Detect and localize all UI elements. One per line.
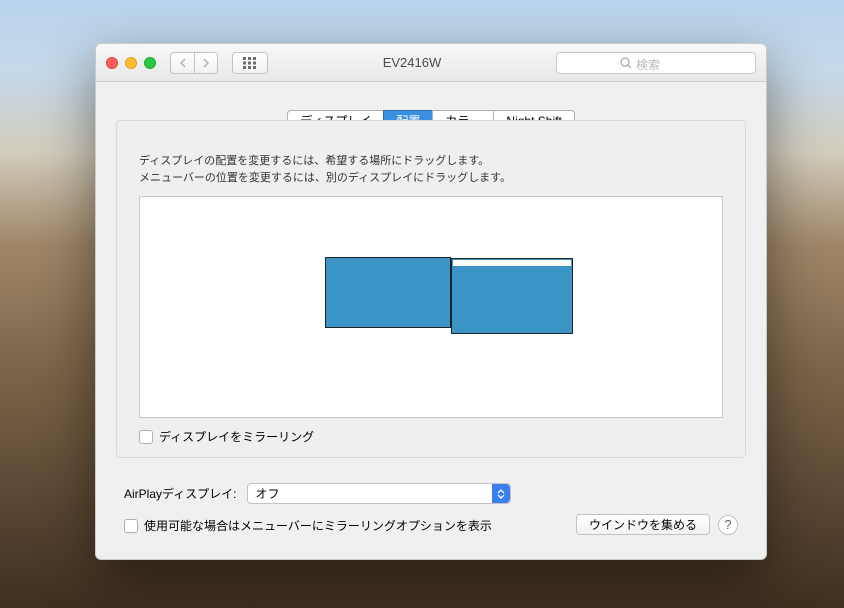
search-input[interactable] <box>556 52 756 74</box>
bottom-area: AirPlayディスプレイ: オフ 使用可能な場合はメニューバーにミラーリングオ… <box>96 483 766 555</box>
mirror-row: ディスプレイをミラーリング <box>139 428 723 445</box>
window-title: EV2416W <box>276 55 548 70</box>
search-wrapper: 検索 <box>556 52 756 74</box>
chevron-left-icon <box>179 58 187 68</box>
right-group: ウインドウを集める ? <box>576 514 738 535</box>
minimize-button[interactable] <box>125 57 137 69</box>
instruction-line-2: メニューバーの位置を変更するには、別のディスプレイにドラッグします。 <box>139 170 723 187</box>
preferences-window: EV2416W 検索 ディスプレイ 配置 カラー Night Shift ディス… <box>95 43 767 560</box>
show-mirroring-row: 使用可能な場合はメニューバーにミラーリングオプションを表示 <box>124 517 492 534</box>
titlebar: EV2416W 検索 <box>96 44 766 82</box>
nav-buttons <box>170 52 218 74</box>
select-stepper-icon <box>492 484 510 503</box>
gather-windows-button[interactable]: ウインドウを集める <box>576 514 710 535</box>
zoom-button[interactable] <box>144 57 156 69</box>
display-secondary[interactable] <box>451 258 573 334</box>
search-icon <box>620 57 632 72</box>
airplay-select[interactable]: オフ <box>247 483 511 504</box>
close-button[interactable] <box>106 57 118 69</box>
content-area: ディスプレイ 配置 カラー Night Shift ディスプレイの配置を変更する… <box>96 82 766 559</box>
arrangement-panel: ディスプレイの配置を変更するには、希望する場所にドラッグします。 メニューバーの… <box>116 120 746 458</box>
grid-icon <box>243 57 257 69</box>
help-button[interactable]: ? <box>718 515 738 535</box>
display-primary[interactable] <box>325 257 451 328</box>
show-all-button[interactable] <box>232 52 268 74</box>
airplay-label: AirPlayディスプレイ: <box>124 485 237 502</box>
show-mirroring-label: 使用可能な場合はメニューバーにミラーリングオプションを表示 <box>144 517 492 534</box>
forward-button[interactable] <box>194 52 218 74</box>
traffic-lights <box>106 57 156 69</box>
instruction-line-1: ディスプレイの配置を変更するには、希望する場所にドラッグします。 <box>139 153 723 170</box>
help-icon: ? <box>724 517 731 532</box>
show-mirroring-checkbox[interactable] <box>124 519 138 533</box>
mirror-checkbox[interactable] <box>139 430 153 444</box>
chevron-right-icon <box>202 58 210 68</box>
airplay-row: AirPlayディスプレイ: オフ <box>124 483 738 504</box>
back-button[interactable] <box>170 52 194 74</box>
last-row: 使用可能な場合はメニューバーにミラーリングオプションを表示 ウインドウを集める … <box>124 514 738 535</box>
menubar-indicator[interactable] <box>453 260 571 266</box>
mirror-label: ディスプレイをミラーリング <box>159 428 314 445</box>
arrangement-canvas[interactable] <box>139 196 723 418</box>
airplay-value: オフ <box>256 485 280 502</box>
instructions: ディスプレイの配置を変更するには、希望する場所にドラッグします。 メニューバーの… <box>139 153 723 186</box>
